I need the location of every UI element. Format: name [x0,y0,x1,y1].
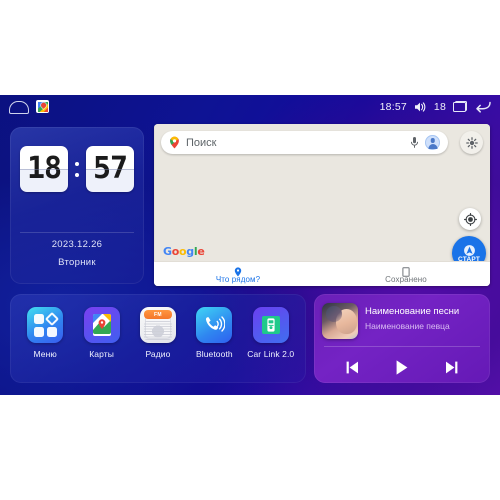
back-arrow-icon[interactable] [474,100,491,113]
map-search-placeholder: Поиск [186,136,217,149]
map-tab-saved-label: Сохранено [385,275,427,284]
radio-band-label: FM [154,311,162,318]
map-pin-icon [169,136,180,149]
app-carlink-label: Car Link 2.0 [247,349,295,359]
bookmark-icon [402,264,410,277]
app-bluetooth[interactable]: Bluetooth [188,307,240,359]
app-carlink[interactable]: Car Link 2.0 [245,307,297,359]
google-maps-icon [83,307,120,343]
clock-minutes-card: 57 [86,146,134,192]
app-radio-label: Радио [145,349,171,359]
car-head-unit-screen: 18:57 18 18 57 2023.12.26 Вторник Поиск … [0,95,500,395]
app-maps-label: Карты [89,349,114,359]
music-widget[interactable]: Наименование песни Наименование певца [314,294,490,383]
volume-level: 18 [433,100,446,113]
map-bottom-tabs: Что рядом? Сохранено [154,261,490,286]
my-location-button[interactable] [459,208,481,230]
flip-clock: 18 57 [20,146,134,192]
map-tab-saved[interactable]: Сохранено [322,264,490,284]
account-avatar-icon[interactable] [425,135,440,150]
clock-minutes: 57 [92,151,128,186]
microphone-icon[interactable] [410,136,419,149]
apps-grid-icon [27,307,64,343]
google-attribution: Google [163,245,205,258]
google-maps-icon[interactable] [36,100,49,113]
map-tab-nearby-label: Что рядом? [215,275,261,284]
map-widget[interactable]: Поиск СТАРТ Google Что рядом? Сохранено [154,124,490,286]
app-dock: Меню Карты FM Радио Bluetooth Car Link 2… [10,294,306,383]
track-artist: Наименование певца [365,321,450,331]
skip-next-icon[interactable] [443,359,460,376]
clock-date: 2023.12.26 [51,239,103,250]
speaker-icon[interactable] [414,101,427,113]
status-bar-left [9,100,49,114]
app-bluetooth-label: Bluetooth [195,349,233,359]
home-icon[interactable] [9,101,29,114]
music-controls [314,352,490,382]
app-radio[interactable]: FM Радио [132,307,184,359]
clock-weekday: Вторник [58,257,96,268]
music-divider [324,346,480,347]
pin-icon [234,264,242,277]
status-bar-right: 18:57 18 [380,100,491,113]
app-menu-label: Меню [33,349,57,359]
clock-colon [70,161,84,177]
play-icon[interactable] [392,358,411,377]
bluetooth-phone-icon [196,307,233,343]
clock-divider [20,232,134,233]
map-settings-button[interactable] [460,131,483,154]
clock-hours: 18 [26,151,62,186]
clock-hours-card: 18 [20,146,68,192]
fm-radio-icon: FM [139,307,176,343]
app-menu[interactable]: Меню [19,307,71,359]
status-time: 18:57 [379,100,407,113]
map-search-bar[interactable]: Поиск [161,131,448,154]
skip-previous-icon[interactable] [344,359,361,376]
album-art [322,303,358,339]
app-maps[interactable]: Карты [76,307,128,359]
recent-apps-icon[interactable] [453,101,467,112]
map-tab-nearby[interactable]: Что рядом? [154,264,322,284]
status-bar: 18:57 18 [0,95,500,118]
clock-widget[interactable]: 18 57 2023.12.26 Вторник [10,127,144,284]
track-title: Наименование песни [365,306,460,317]
car-link-icon [252,307,289,343]
